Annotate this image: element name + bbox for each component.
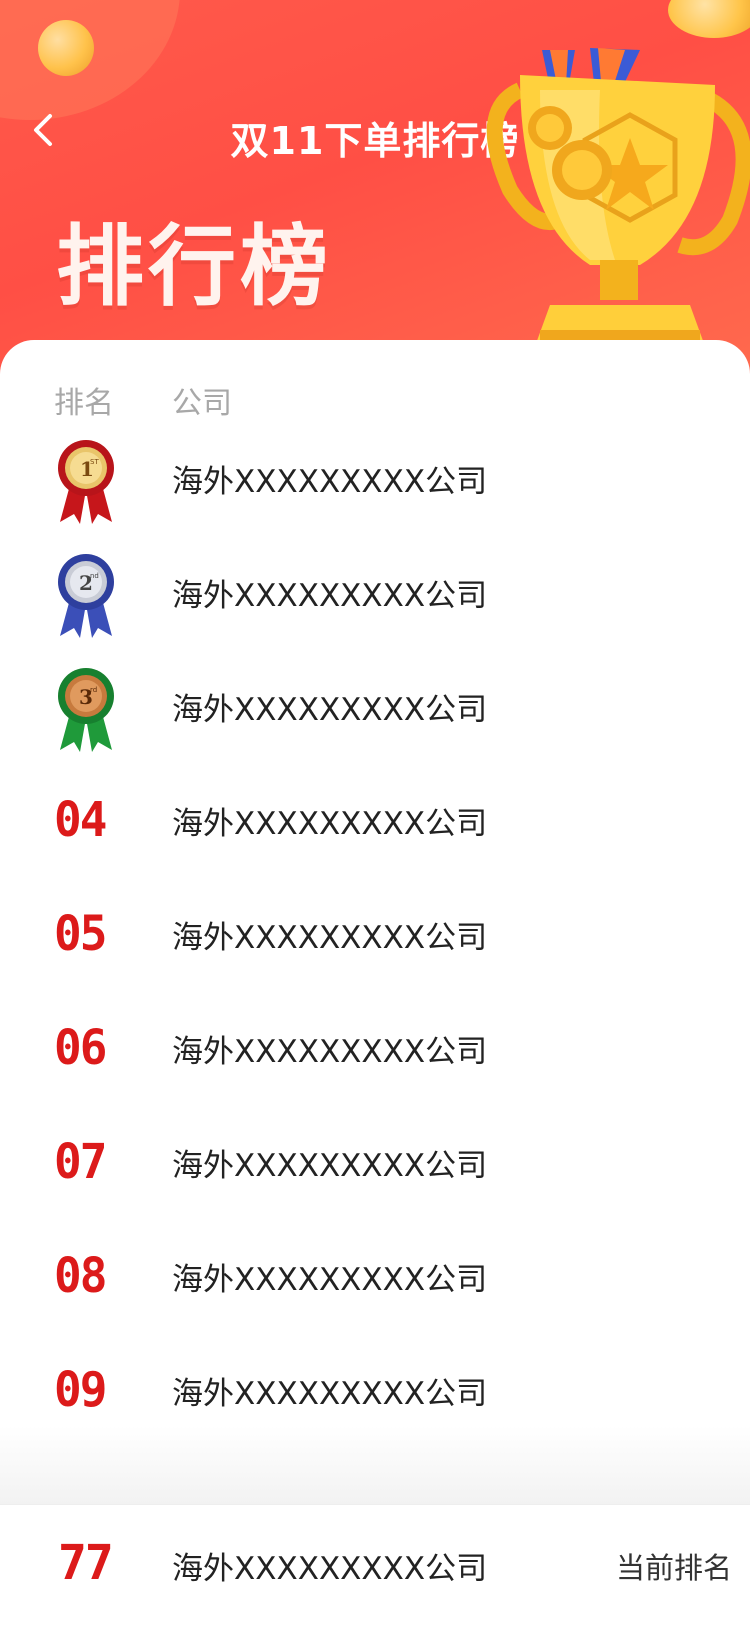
list-item[interactable]: 04 海外XXXXXXXXX公司 <box>0 772 750 890</box>
svg-text:ST: ST <box>90 458 99 466</box>
rank-number: 04 <box>54 790 107 848</box>
company-name: 海外XXXXXXXXX公司 <box>172 1148 488 1184</box>
company-name: 海外XXXXXXXXX公司 <box>172 578 488 614</box>
company-column-header: 公司 <box>172 386 232 421</box>
list-item[interactable]: 07 海外XXXXXXXXX公司 <box>0 1114 750 1232</box>
company-name: 海外XXXXXXXXX公司 <box>172 920 488 956</box>
list-item[interactable]: 2 nd 海外XXXXXXXXX公司 <box>0 544 750 662</box>
current-rank-bar: 77 海外XXXXXXXXX公司 当前排名 <box>0 1504 750 1625</box>
rank-number: 08 <box>54 1246 107 1304</box>
banner-title: 排行榜 <box>56 215 333 318</box>
list-item[interactable]: 06 海外XXXXXXXXX公司 <box>0 1000 750 1118</box>
company-name: 海外XXXXXXXXX公司 <box>172 1034 488 1070</box>
svg-text:nd: nd <box>90 572 99 580</box>
bronze-medal-icon: 3 rd <box>58 668 114 752</box>
gold-medal-icon: 1 ST <box>58 440 114 524</box>
company-name: 海外XXXXXXXXX公司 <box>172 806 488 842</box>
silver-medal-icon: 2 nd <box>58 554 114 638</box>
coin-icon <box>38 20 94 76</box>
list-item[interactable]: 05 海外XXXXXXXXX公司 <box>0 886 750 1004</box>
company-name: 海外XXXXXXXXX公司 <box>172 464 488 500</box>
current-rank-number: 77 <box>58 1535 114 1591</box>
trophy-icon <box>486 48 750 360</box>
company-name: 海外XXXXXXXXX公司 <box>172 1262 488 1298</box>
list-item[interactable]: 3 rd 海外XXXXXXXXX公司 <box>0 658 750 776</box>
company-name: 海外XXXXXXXXX公司 <box>172 692 488 728</box>
list-item[interactable]: 1 ST 海外XXXXXXXXX公司 <box>0 430 750 548</box>
list-fade <box>0 1426 750 1506</box>
svg-text:rd: rd <box>90 686 97 694</box>
rank-number: 06 <box>54 1018 107 1076</box>
header-banner: 双11下单排行榜 排行榜 <box>0 0 750 380</box>
rank-column-header: 排名 <box>54 386 114 421</box>
current-company-name: 海外XXXXXXXXX公司 <box>172 1551 488 1587</box>
list-item[interactable]: 08 海外XXXXXXXXX公司 <box>0 1228 750 1346</box>
rank-number: 07 <box>54 1132 107 1190</box>
rank-number: 05 <box>54 904 107 962</box>
company-name: 海外XXXXXXXXX公司 <box>172 1376 488 1412</box>
current-rank-label: 当前排名 <box>615 1551 732 1585</box>
rank-number: 09 <box>54 1360 107 1418</box>
